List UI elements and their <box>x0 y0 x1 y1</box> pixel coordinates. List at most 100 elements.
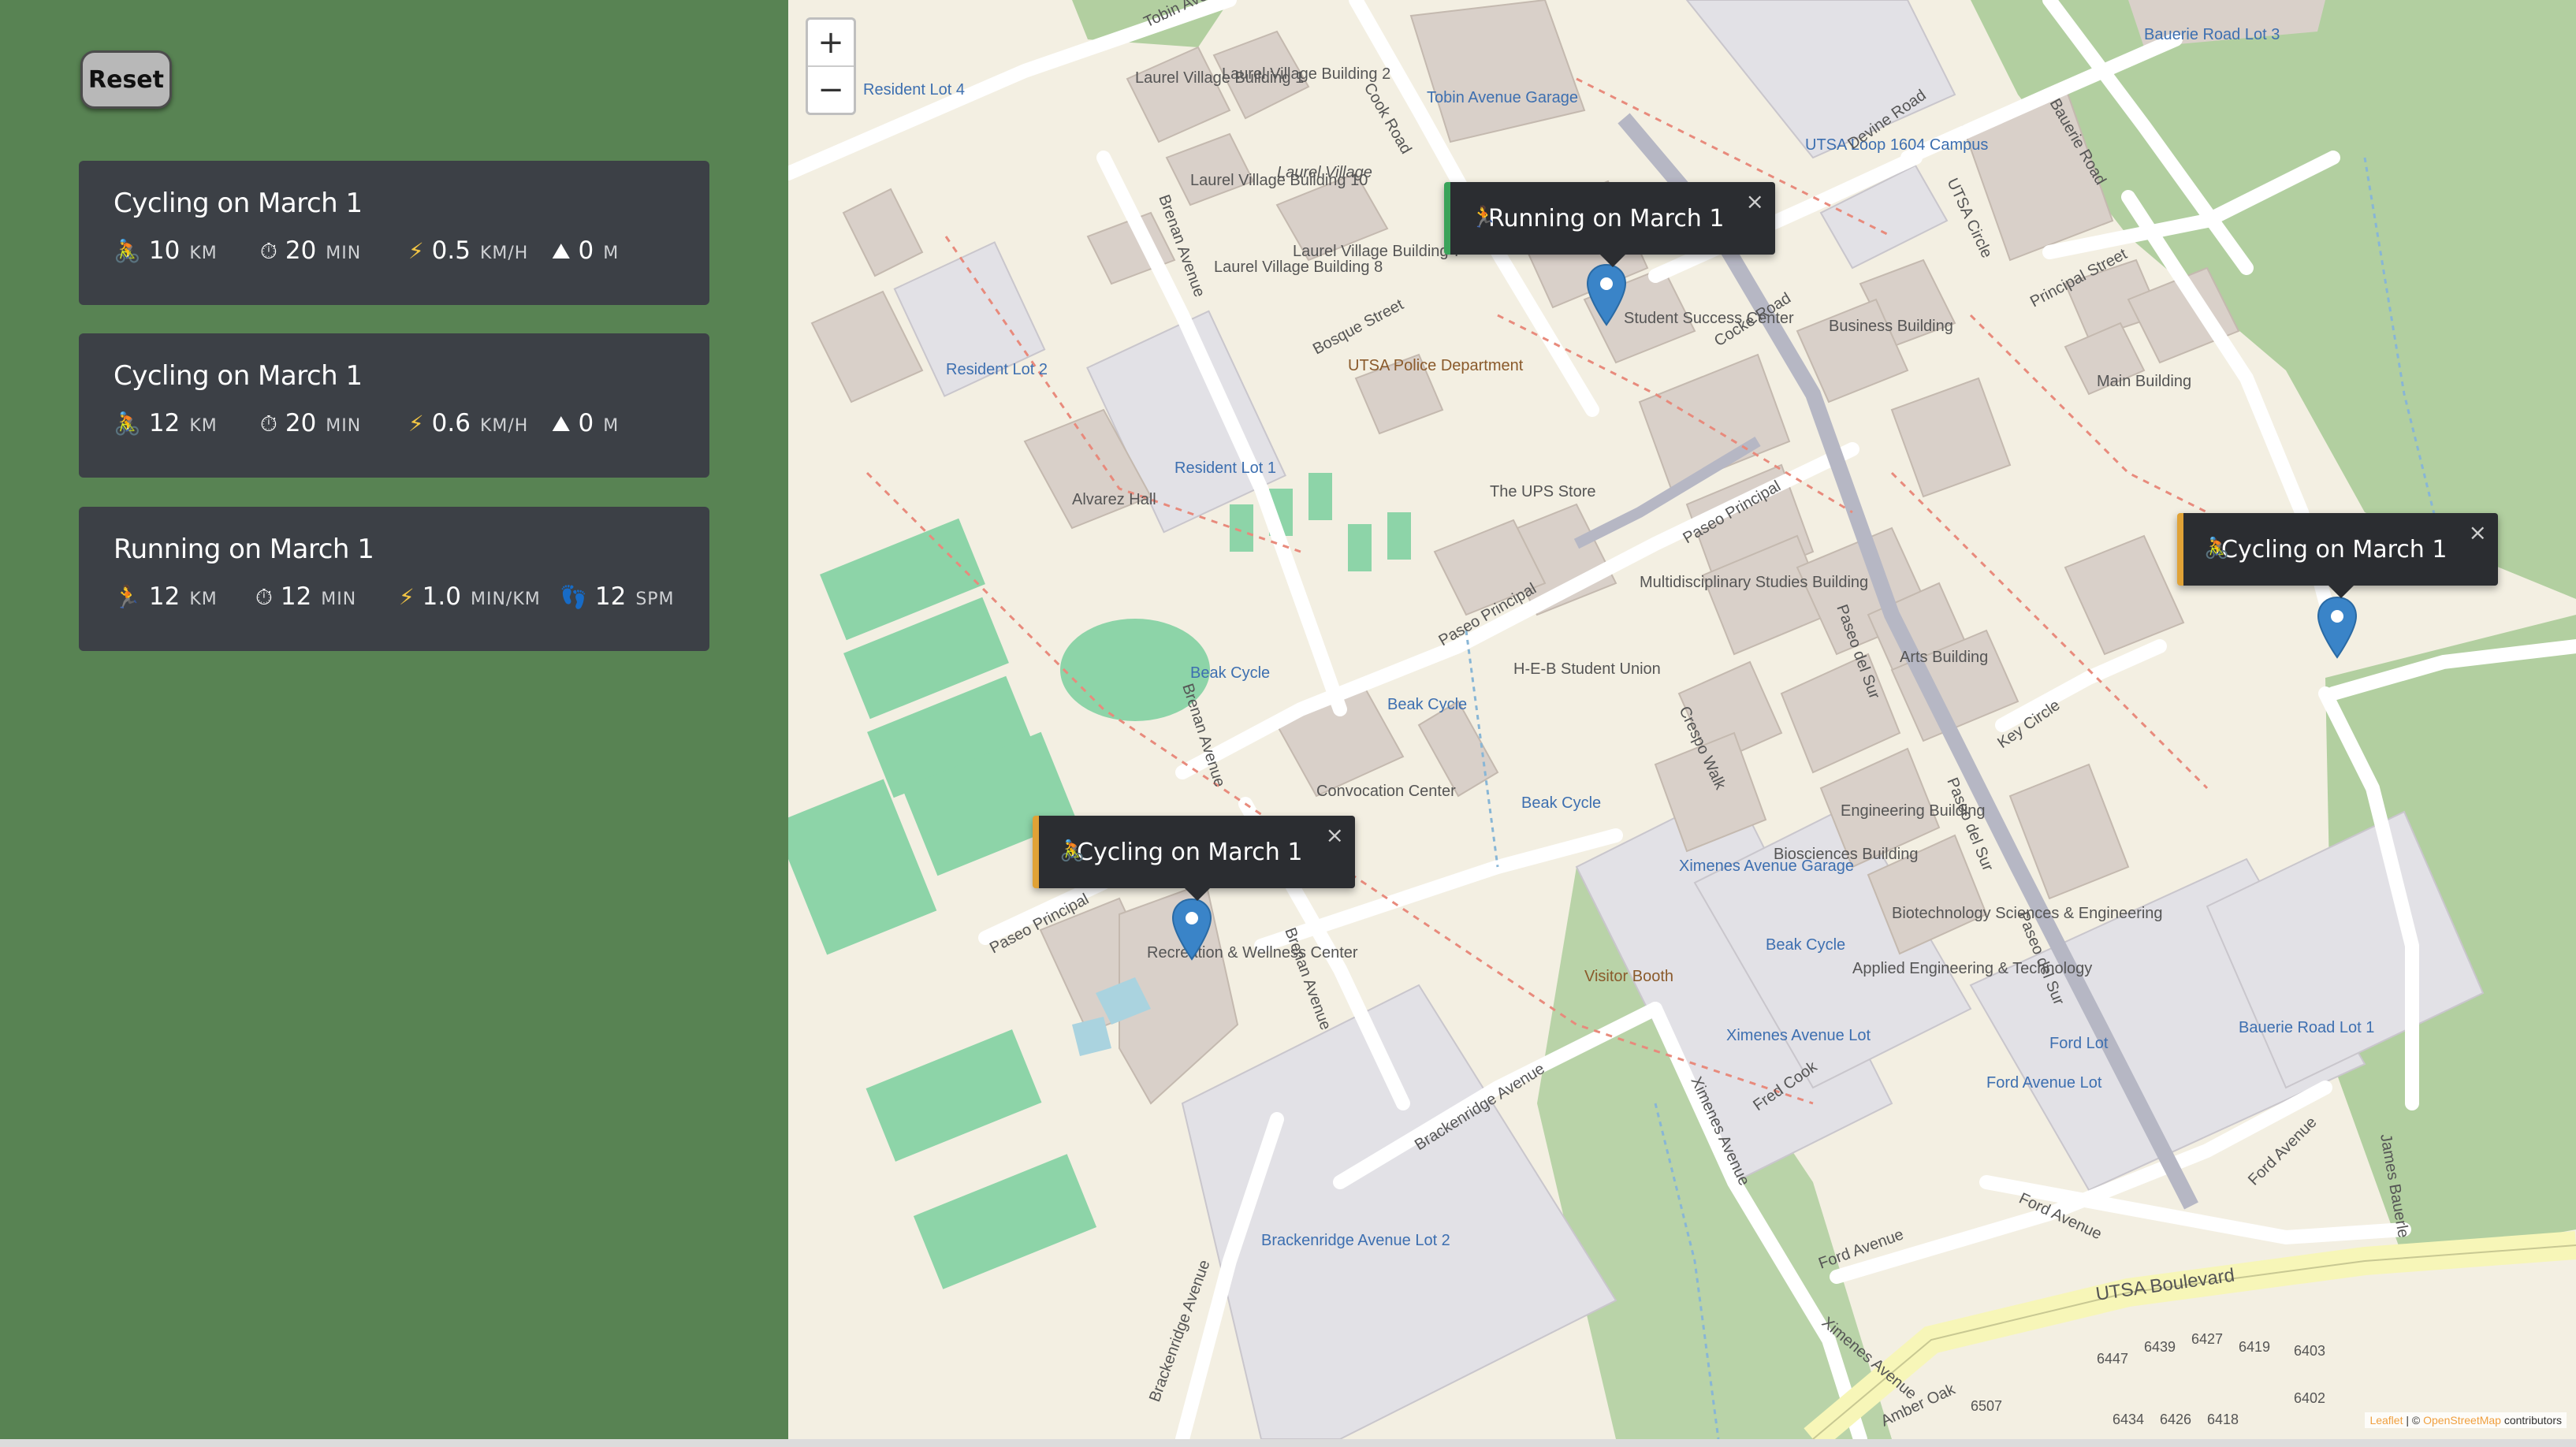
map-view[interactable]: Tobin Avenue Resident Lot 4 Laurel Villa… <box>788 0 2576 1439</box>
stat-unit: KM <box>189 590 218 609</box>
map-marker[interactable] <box>2316 596 2358 660</box>
activity-title: Cycling on March 1 <box>114 188 363 219</box>
stat-unit: SPM <box>635 590 675 609</box>
reset-button[interactable]: Reset <box>80 50 172 109</box>
stat-unit: MIN/KM <box>470 590 541 609</box>
stat-value: 12 <box>594 582 627 611</box>
map-label: Ford Lot <box>2049 1035 2109 1052</box>
map-label: Beak Cycle <box>1190 664 1270 682</box>
distance-stat: 🏃 12 KM <box>114 582 218 611</box>
stat-unit: M <box>603 416 620 436</box>
leaflet-link[interactable]: Leaflet <box>2369 1414 2403 1427</box>
map-label: Resident Lot 1 <box>1174 459 1276 477</box>
map-label: Arts Building <box>1900 649 1988 666</box>
popup-label: Cycling on March 1 <box>2221 535 2448 564</box>
activity-title: Running on March 1 <box>114 534 374 565</box>
activity-stats: 🚴 10 KM ⏱ 20 MIN ⚡ 0.5 KM/H ⛰ 0 M <box>114 236 675 284</box>
map-label: Biotechnology Sciences & Engineering <box>1892 905 2163 922</box>
activity-stats: 🏃 12 KM ⏱ 12 MIN ⚡ 1.0 MIN/KM 👣 12 SPM <box>114 582 675 630</box>
map-label: Business Building <box>1829 318 1953 335</box>
map-label: H-E-B Student Union <box>1513 660 1661 678</box>
stat-value: 0 <box>578 409 594 437</box>
map-label: 6434 <box>2113 1412 2144 1427</box>
stat-value: 12 <box>148 409 181 437</box>
attribution-text: contributors <box>2500 1414 2562 1427</box>
map-label: Laurel Village Building 2 <box>1222 65 1390 83</box>
stat-unit: KM <box>189 244 218 263</box>
zoom-in-button[interactable]: + <box>808 20 854 67</box>
map-label: Brackenridge Avenue Lot 2 <box>1261 1232 1450 1249</box>
map-label: Ximenes Avenue Lot <box>1726 1027 1871 1044</box>
map-label: Beak Cycle <box>1521 794 1601 812</box>
map-label: Visitor Booth <box>1584 968 1673 985</box>
stopwatch-icon: ⏱ <box>260 238 277 264</box>
map-label: 6403 <box>2294 1343 2325 1359</box>
footprint-icon: 👣 <box>560 584 587 610</box>
map-label: Resident Lot 2 <box>946 361 1048 378</box>
map-marker[interactable] <box>1585 263 1628 328</box>
elevation-stat: ⛰ 0 M <box>552 236 619 265</box>
distance-stat: 🚴 10 KM <box>114 236 218 265</box>
close-icon[interactable]: × <box>1746 188 1764 214</box>
map-label: 6439 <box>2144 1339 2176 1355</box>
map-label: The UPS Store <box>1490 483 1596 500</box>
attribution-separator: | © <box>2403 1414 2424 1427</box>
map-label: 6402 <box>2294 1390 2325 1406</box>
zoom-control: + − <box>806 17 856 115</box>
stopwatch-icon: ⏱ <box>255 584 273 610</box>
bottom-strip <box>0 1439 2576 1447</box>
stat-unit: MIN <box>321 590 357 609</box>
map-label: 6427 <box>2191 1331 2223 1347</box>
map-popup[interactable]: 🚴 Cycling on March 1 × <box>2177 513 2498 598</box>
lightning-icon: ⚡ <box>399 584 415 610</box>
activity-title: Cycling on March 1 <box>114 360 363 392</box>
stat-value: 20 <box>285 236 317 265</box>
elevation-stat: ⛰ 0 M <box>552 409 619 437</box>
stat-unit: M <box>603 244 620 263</box>
stat-value: 1.0 <box>422 582 461 611</box>
activity-card[interactable]: Cycling on March 1 🚴 12 KM ⏱ 20 MIN ⚡ 0.… <box>79 333 709 478</box>
person-activity-icon: 🚴 <box>114 238 141 264</box>
person-cycling-icon: 🚴 <box>1059 839 1085 863</box>
map-marker[interactable] <box>1171 898 1213 962</box>
map-label: Ford Avenue Lot <box>1986 1074 2102 1092</box>
person-cycling-icon: 🚴 <box>2204 537 2230 560</box>
mountain-icon: ⛰ <box>552 238 571 264</box>
map-label: Multidisciplinary Studies Building <box>1640 574 1868 591</box>
map-label: UTSA Police Department <box>1348 357 1524 374</box>
pace-stat: ⚡ 1.0 MIN/KM <box>399 582 541 611</box>
stat-unit: KM/H <box>479 244 529 263</box>
popup-label: Cycling on March 1 <box>1077 838 1303 866</box>
map-popup[interactable]: 🏃 Running on March 1 × <box>1444 182 1775 267</box>
map-label: 6447 <box>2097 1351 2128 1367</box>
map-label: Bauerie Road Lot 3 <box>2144 26 2280 43</box>
stat-value: 0.6 <box>431 409 471 437</box>
map-label: Laurel Village Building 7 <box>1293 243 1461 260</box>
map-popup[interactable]: 🚴 Cycling on March 1 × <box>1033 816 1355 901</box>
activity-card[interactable]: Cycling on March 1 🚴 10 KM ⏱ 20 MIN ⚡ 0.… <box>79 161 709 305</box>
map-label: Beak Cycle <box>1766 936 1845 954</box>
map-label: UTSA Loop 1604 Campus <box>1805 136 1988 154</box>
person-running-icon: 🏃 <box>1471 206 1497 229</box>
close-icon[interactable]: × <box>2469 519 2487 545</box>
person-activity-icon: 🚴 <box>114 411 141 437</box>
duration-stat: ⏱ 12 MIN <box>255 582 356 611</box>
close-icon[interactable]: × <box>1326 822 1344 848</box>
map-label: 6426 <box>2160 1412 2191 1427</box>
distance-stat: 🚴 12 KM <box>114 409 218 437</box>
osm-link[interactable]: OpenStreetMap <box>2423 1414 2501 1427</box>
map-label: 6507 <box>1971 1398 2002 1414</box>
stat-unit: MIN <box>326 416 362 436</box>
person-running-icon: 🏃 <box>114 584 141 610</box>
stat-value: 20 <box>285 409 317 437</box>
map-label: 6419 <box>2239 1339 2270 1355</box>
zoom-out-button[interactable]: − <box>808 67 854 113</box>
stat-value: 0 <box>578 236 594 265</box>
popup-label: Running on March 1 <box>1488 204 1725 232</box>
map-label: Engineering Building <box>1841 802 1985 820</box>
activity-card[interactable]: Running on March 1 🏃 12 KM ⏱ 12 MIN ⚡ 1.… <box>79 507 709 651</box>
mountain-icon: ⛰ <box>552 411 571 437</box>
map-label: Tobin Avenue Garage <box>1427 89 1578 106</box>
map-label: Applied Engineering & Technology <box>1852 960 2092 977</box>
duration-stat: ⏱ 20 MIN <box>260 409 361 437</box>
